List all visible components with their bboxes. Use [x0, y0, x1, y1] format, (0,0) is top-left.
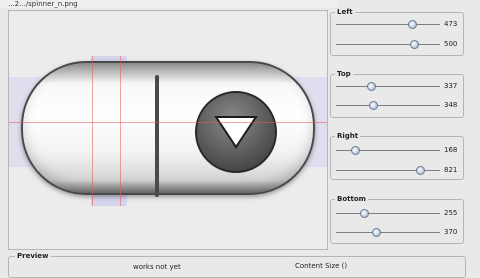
right-slider-2[interactable] — [336, 166, 440, 175]
slider-thumb[interactable] — [360, 209, 370, 218]
left-slider-2[interactable] — [336, 40, 440, 49]
left-value-1: 473 — [444, 20, 458, 28]
left-guide-line-1 — [92, 56, 93, 206]
top-value-2: 348 — [444, 101, 458, 109]
slider-track — [336, 105, 440, 106]
bottom-panel-title: Bottom — [335, 195, 368, 203]
right-panel-title: Right — [335, 132, 361, 140]
preview-title: Preview — [15, 252, 51, 260]
image-canvas — [8, 10, 328, 250]
slider-thumb[interactable] — [371, 228, 381, 237]
top-panel-title: Top — [335, 70, 353, 78]
top-slider-2[interactable] — [336, 101, 440, 110]
left-value-2: 500 — [444, 40, 458, 48]
left-panel-title: Left — [335, 8, 355, 16]
slider-track — [336, 44, 440, 45]
slider-thumb[interactable] — [410, 40, 419, 49]
top-slider-1[interactable] — [336, 82, 440, 91]
spinner-knob — [195, 91, 277, 173]
right-panel: Right 168 821 — [330, 132, 464, 180]
slider-track — [336, 232, 440, 233]
top-value-1: 337 — [444, 82, 458, 90]
right-slider-1[interactable] — [336, 146, 440, 155]
slider-thumb[interactable] — [367, 82, 377, 91]
left-slider-1[interactable] — [336, 20, 440, 29]
left-panel: Left 473 500 — [330, 8, 464, 56]
slider-track — [336, 86, 440, 87]
spinner-divider — [155, 75, 159, 197]
slider-thumb[interactable] — [416, 166, 426, 175]
right-value-2: 821 — [444, 166, 458, 174]
bottom-value-2: 370 — [444, 228, 458, 236]
slider-thumb[interactable] — [350, 146, 360, 155]
slider-thumb[interactable] — [407, 20, 417, 29]
right-value-1: 168 — [444, 146, 458, 154]
bottom-slider-1[interactable] — [336, 209, 440, 218]
bottom-slider-2[interactable] — [336, 228, 440, 237]
slider-thumb[interactable] — [369, 101, 379, 110]
preview-panel: Preview works not yet Content Size () — [8, 252, 466, 278]
slider-track — [336, 213, 440, 214]
slider-track — [336, 24, 440, 25]
down-triangle-icon — [214, 116, 258, 149]
bottom-value-1: 255 — [444, 209, 458, 217]
bottom-panel: Bottom 255 370 — [330, 195, 464, 244]
content-size-label: Content Size () — [295, 262, 348, 270]
top-guide-line — [9, 122, 327, 123]
top-panel: Top 337 348 — [330, 70, 464, 118]
left-guide-line-2 — [120, 56, 121, 206]
file-path-title: ...2.../spinner_n.png — [0, 0, 338, 8]
